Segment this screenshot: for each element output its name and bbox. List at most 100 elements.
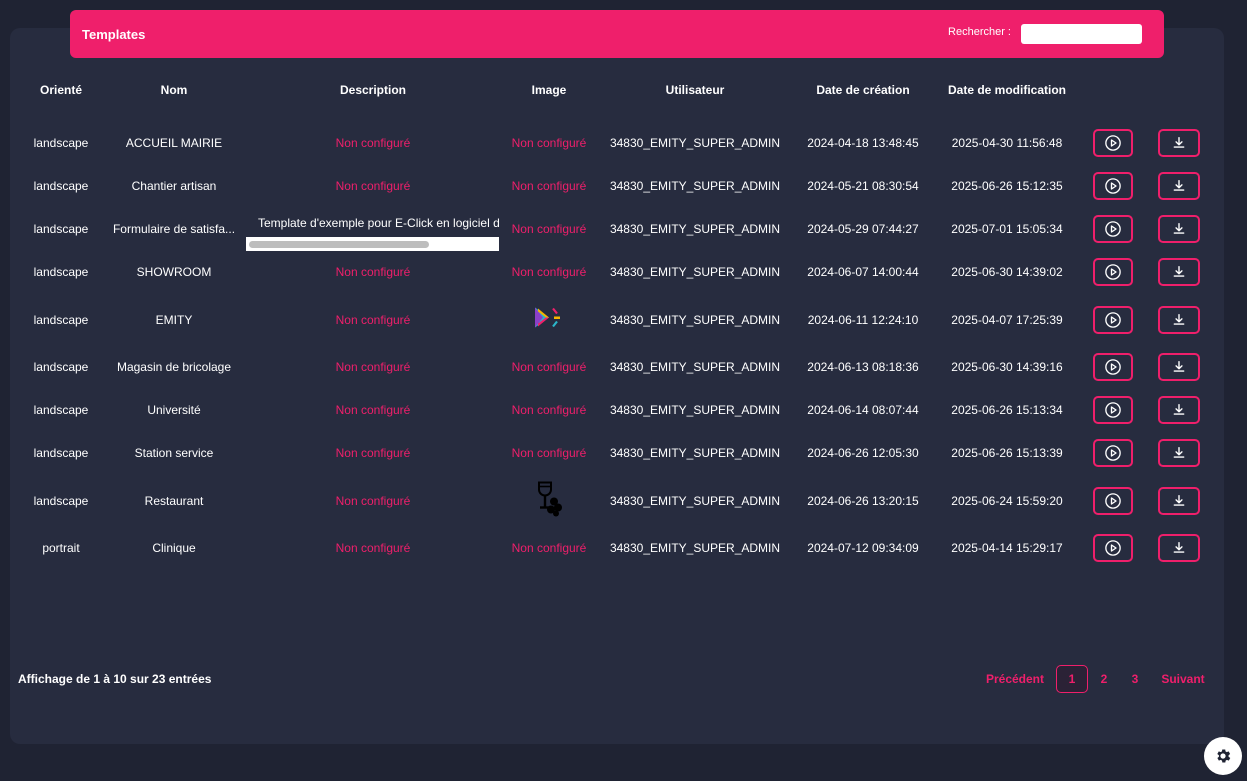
play-icon: [1105, 359, 1121, 375]
download-button[interactable]: [1158, 215, 1200, 243]
cell-image: Non configuré: [511, 179, 587, 193]
download-icon: [1173, 361, 1185, 372]
cell-user: 34830_EMITY_SUPER_ADMIN: [609, 136, 781, 150]
cell-description: Non configuré: [335, 494, 411, 508]
column-header-description[interactable]: Description: [340, 83, 406, 97]
preview-button[interactable]: [1093, 439, 1133, 467]
column-header-modified[interactable]: Date de modification: [948, 83, 1066, 97]
preview-button[interactable]: [1093, 215, 1133, 243]
play-icon: [1105, 178, 1121, 194]
cell-user: 34830_EMITY_SUPER_ADMIN: [609, 541, 781, 555]
description-scroll-box[interactable]: Template d'exemple pour E-Click en logic…: [246, 213, 499, 251]
cell-orientation: landscape: [33, 403, 89, 417]
cell-description: Non configuré: [335, 446, 411, 460]
column-header-name[interactable]: Nom: [161, 83, 188, 97]
cell-name: Chantier artisan: [131, 179, 217, 193]
play-icon: [1105, 445, 1121, 461]
download-button[interactable]: [1158, 396, 1200, 424]
cell-user: 34830_EMITY_SUPER_ADMIN: [609, 360, 781, 374]
cell-name: ACCUEIL MAIRIE: [125, 136, 223, 150]
horizontal-scrollbar[interactable]: [246, 237, 499, 251]
preview-button[interactable]: [1093, 306, 1133, 334]
download-icon: [1173, 404, 1185, 415]
cell-modified: 2025-06-30 14:39:02: [951, 265, 1063, 279]
cell-modified: 2025-06-26 15:12:35: [951, 179, 1063, 193]
pagination-next[interactable]: Suivant: [1161, 672, 1204, 686]
download-button[interactable]: [1158, 353, 1200, 381]
cell-name: Université: [147, 403, 201, 417]
cell-orientation: landscape: [33, 446, 89, 460]
play-icon: [1105, 540, 1121, 556]
cell-created: 2024-06-07 14:00:44: [807, 265, 919, 279]
cell-image: Non configuré: [511, 222, 587, 236]
cell-user: 34830_EMITY_SUPER_ADMIN: [609, 179, 781, 193]
cell-created: 2024-07-12 09:34:09: [807, 541, 919, 555]
cell-modified: 2025-04-30 11:56:48: [951, 136, 1063, 150]
cell-orientation: landscape: [33, 136, 89, 150]
scrollbar-thumb[interactable]: [249, 241, 429, 248]
table-info: Affichage de 1 à 10 sur 23 entrées: [18, 672, 212, 686]
preview-button[interactable]: [1093, 172, 1133, 200]
download-icon: [1173, 542, 1185, 553]
preview-button[interactable]: [1093, 353, 1133, 381]
column-header-user[interactable]: Utilisateur: [666, 83, 725, 97]
download-button[interactable]: [1158, 487, 1200, 515]
download-icon: [1173, 266, 1185, 277]
cell-name: EMITY: [155, 313, 193, 327]
download-button[interactable]: [1158, 172, 1200, 200]
cell-description: Non configuré: [335, 403, 411, 417]
download-button[interactable]: [1158, 534, 1200, 562]
download-button[interactable]: [1158, 129, 1200, 157]
cell-modified: 2025-06-26 15:13:39: [951, 446, 1063, 460]
cell-name: Restaurant: [144, 494, 204, 508]
gear-icon: [1217, 749, 1231, 763]
cell-modified: 2025-07-01 15:05:34: [951, 222, 1063, 236]
cell-image: Non configuré: [511, 136, 587, 150]
settings-button[interactable]: [1204, 737, 1242, 775]
cell-image: Non configuré: [511, 541, 587, 555]
pagination-page-2[interactable]: 2: [1101, 672, 1108, 686]
play-icon: [1105, 493, 1121, 509]
preview-button[interactable]: [1093, 396, 1133, 424]
cell-created: 2024-05-29 07:44:27: [807, 222, 919, 236]
cell-orientation: landscape: [33, 222, 89, 236]
cell-orientation: landscape: [33, 313, 89, 327]
search-input[interactable]: [1021, 24, 1142, 44]
column-header-created[interactable]: Date de création: [816, 83, 909, 97]
column-header-orientation[interactable]: Orienté: [40, 83, 82, 97]
cell-description: Non configuré: [335, 136, 411, 150]
download-icon: [1173, 137, 1185, 148]
cell-user: 34830_EMITY_SUPER_ADMIN: [609, 446, 781, 460]
cell-orientation: portrait: [42, 541, 80, 555]
play-icon: [1105, 402, 1121, 418]
cell-user: 34830_EMITY_SUPER_ADMIN: [609, 313, 781, 327]
cell-created: 2024-06-26 12:05:30: [807, 446, 919, 460]
cell-user: 34830_EMITY_SUPER_ADMIN: [609, 222, 781, 236]
cell-description: Non configuré: [335, 179, 411, 193]
cell-created: 2024-06-14 08:07:44: [807, 403, 919, 417]
pagination-page-1[interactable]: 1: [1056, 665, 1088, 693]
download-icon: [1173, 223, 1185, 234]
column-header-image[interactable]: Image: [532, 83, 567, 97]
download-button[interactable]: [1158, 258, 1200, 286]
download-button[interactable]: [1158, 306, 1200, 334]
preview-button[interactable]: [1093, 534, 1133, 562]
cell-image: Non configuré: [511, 265, 587, 279]
download-button[interactable]: [1158, 439, 1200, 467]
download-icon: [1173, 314, 1185, 325]
cell-created: 2024-05-21 08:30:54: [807, 179, 919, 193]
preview-button[interactable]: [1093, 487, 1133, 515]
pagination-previous[interactable]: Précédent: [986, 672, 1044, 686]
cell-image: Non configuré: [511, 360, 587, 374]
cell-modified: 2025-04-07 17:25:39: [951, 313, 1063, 327]
play-icon: [1105, 264, 1121, 280]
cell-image: Non configuré: [511, 403, 587, 417]
preview-button[interactable]: [1093, 129, 1133, 157]
play-icon: [1105, 221, 1121, 237]
cell-description: Non configuré: [335, 265, 411, 279]
pagination-page-3[interactable]: 3: [1132, 672, 1139, 686]
preview-button[interactable]: [1093, 258, 1133, 286]
cell-description: Non configuré: [335, 541, 411, 555]
cell-name: Clinique: [152, 541, 196, 555]
download-icon: [1173, 495, 1185, 506]
